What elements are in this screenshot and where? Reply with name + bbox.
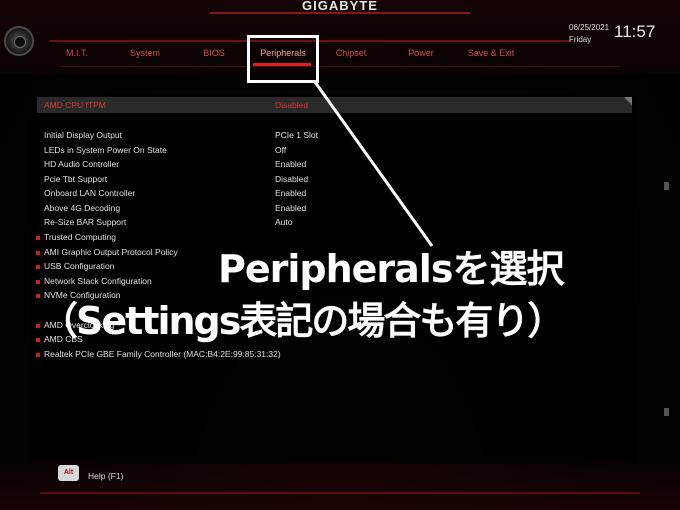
- submenu-network-stack[interactable]: Network Stack Configuration: [44, 276, 152, 286]
- setting-value-pcie-tbt[interactable]: Disabled: [275, 174, 308, 184]
- setting-value-initial-display[interactable]: PCIe 1 Slot: [275, 130, 318, 140]
- submenu-ami-gop[interactable]: AMI Graphic Output Protocol Policy: [44, 247, 178, 257]
- bios-screen: GIGABYTE M.I.T. System BIOS Peripherals …: [0, 0, 680, 510]
- scrollbar-marker[interactable]: [664, 182, 669, 190]
- submenu-bullet-icon: [36, 236, 40, 240]
- row-corner-mark: [624, 97, 632, 105]
- setting-label-fTPM[interactable]: AMD CPU fTPM: [44, 100, 106, 110]
- annotation-line-1: Peripheralsを選択: [218, 247, 564, 291]
- tab-mit[interactable]: M.I.T.: [64, 48, 90, 58]
- tab-power[interactable]: Power: [405, 48, 437, 58]
- scrollbar-marker[interactable]: [664, 408, 669, 416]
- setting-label-onboard-lan[interactable]: Onboard LAN Controller: [44, 188, 135, 198]
- bottom-divider: [40, 492, 640, 494]
- setting-value-leds[interactable]: Off: [275, 145, 286, 155]
- peripherals-callout-box: [247, 35, 319, 83]
- submenu-bullet-icon: [36, 251, 40, 255]
- submenu-bullet-icon: [36, 280, 40, 284]
- setting-value-onboard-lan[interactable]: Enabled: [275, 188, 306, 198]
- bottom-frame: [0, 455, 680, 510]
- setting-label-leds[interactable]: LEDs in System Power On State: [44, 145, 167, 155]
- clock: 11:57: [614, 22, 656, 41]
- tab-bios[interactable]: BIOS: [200, 48, 228, 58]
- setting-label-hd-audio[interactable]: HD Audio Controller: [44, 159, 119, 169]
- setting-value-fTPM[interactable]: Disabled: [275, 100, 308, 110]
- date-text: 06/25/2021: [569, 23, 610, 32]
- brand-logo-text: GIGABYTE: [302, 0, 378, 13]
- setting-label-initial-display[interactable]: Initial Display Output: [44, 130, 122, 140]
- setting-value-above-4g[interactable]: Enabled: [275, 203, 306, 213]
- alt-key-icon[interactable]: Alt: [58, 465, 79, 481]
- submenu-usb-config[interactable]: USB Configuration: [44, 261, 114, 271]
- setting-value-hd-audio[interactable]: Enabled: [275, 159, 306, 169]
- submenu-bullet-icon: [36, 265, 40, 269]
- submenu-trusted-computing[interactable]: Trusted Computing: [44, 232, 116, 242]
- setting-label-resize-bar[interactable]: Re-Size BAR Support: [44, 217, 126, 227]
- date-display: 06/25/2021 Friday: [569, 22, 609, 46]
- day-text: Friday: [569, 35, 592, 44]
- setting-label-pcie-tbt[interactable]: Pcie Tbt Support: [44, 174, 107, 184]
- gigabyte-emblem-icon: [4, 26, 34, 56]
- tab-system[interactable]: System: [127, 48, 163, 58]
- setting-label-above-4g[interactable]: Above 4G Decoding: [44, 203, 120, 213]
- submenu-bullet-icon: [36, 353, 40, 357]
- tab-chipset[interactable]: Chipset: [333, 48, 369, 58]
- setting-value-resize-bar[interactable]: Auto: [275, 217, 293, 227]
- top-bar: GIGABYTE M.I.T. System BIOS Peripherals …: [0, 0, 680, 74]
- help-label[interactable]: Help (F1): [88, 471, 123, 481]
- tab-baseline: [60, 66, 620, 67]
- annotation-line-2: （Settings表記の場合も有り）: [40, 299, 565, 343]
- selected-row-highlight[interactable]: [37, 97, 632, 113]
- submenu-realtek-nic[interactable]: Realtek PCIe GBE Family Controller (MAC:…: [44, 349, 281, 359]
- tab-save-exit[interactable]: Save & Exit: [466, 48, 516, 58]
